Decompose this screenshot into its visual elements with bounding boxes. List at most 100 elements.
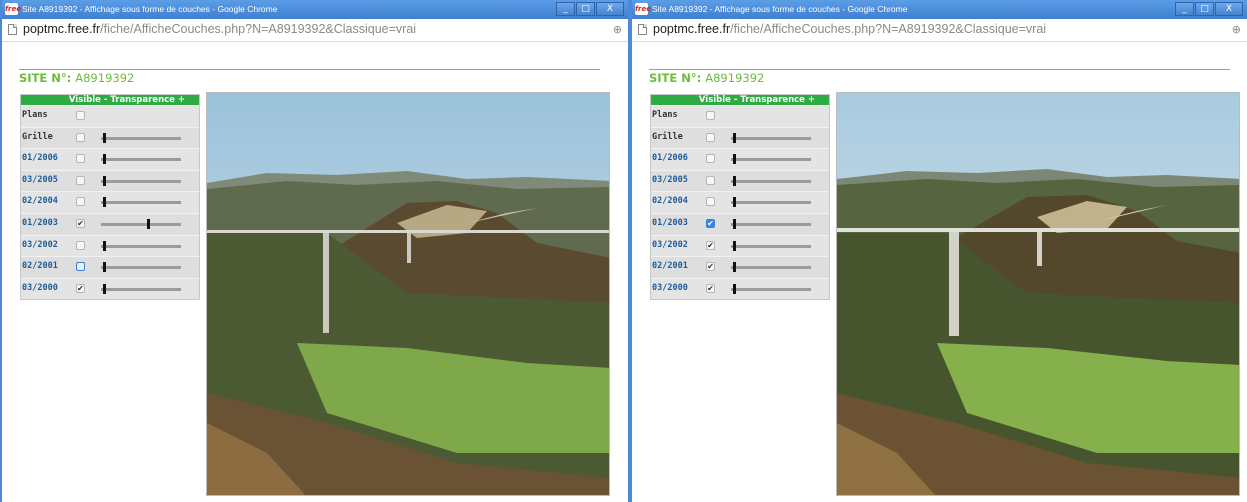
page-icon xyxy=(638,24,647,35)
free-logo-icon: free xyxy=(5,3,21,15)
layer-row: 01/2003 ✔ xyxy=(21,212,199,235)
layer-visible-checkbox[interactable] xyxy=(76,197,85,207)
transparency-slider[interactable] xyxy=(731,175,811,186)
browser-window-left: free Site A8919392 - Affichage sous form… xyxy=(0,0,630,502)
layer-row: 03/2002 ✔ xyxy=(651,234,829,257)
layer-visible-checkbox[interactable]: ✔ xyxy=(706,262,715,272)
photo-svg xyxy=(837,93,1239,495)
layer-row: 01/2006 xyxy=(21,148,199,170)
slider-handle[interactable] xyxy=(733,154,736,165)
layer-visible-checkbox[interactable] xyxy=(76,262,85,272)
layer-name: 03/2000 xyxy=(652,282,688,293)
slider-handle[interactable] xyxy=(103,154,106,165)
layer-row: 02/2001 xyxy=(21,256,199,278)
site-title: SITE N°: A8919392 xyxy=(649,71,765,85)
layer-name: 02/2004 xyxy=(22,196,58,207)
slider-handle[interactable] xyxy=(733,132,736,143)
slider-handle[interactable] xyxy=(733,218,736,229)
close-button[interactable]: X xyxy=(1215,2,1243,16)
transparency-slider[interactable] xyxy=(101,197,181,208)
layer-name: Plans xyxy=(22,110,48,120)
slider-handle[interactable] xyxy=(103,197,106,208)
transparency-slider[interactable] xyxy=(731,218,811,229)
site-photo xyxy=(206,92,610,496)
window-title: Site A8919392 - Affichage sous forme de … xyxy=(22,4,278,14)
layer-row: Plans xyxy=(21,105,199,127)
slider-handle[interactable] xyxy=(733,197,736,208)
slider-handle[interactable] xyxy=(103,175,106,186)
maximize-button[interactable]: □ xyxy=(576,2,595,16)
layer-visible-checkbox[interactable]: ✔ xyxy=(706,218,715,228)
transparency-slider[interactable] xyxy=(731,154,811,165)
layer-visible-checkbox[interactable] xyxy=(76,154,85,164)
transparency-slider[interactable] xyxy=(101,218,181,229)
layer-panel-header: Visible - Transparence + xyxy=(651,95,829,105)
url-text[interactable]: poptmc.free.fr/fiche/AfficheCouches.php?… xyxy=(653,22,1046,36)
layer-name: Plans xyxy=(652,110,678,120)
layer-visible-checkbox[interactable] xyxy=(76,240,85,250)
layer-row: Plans xyxy=(651,105,829,127)
layer-row: 03/2000 ✔ xyxy=(21,277,199,300)
layer-panel: Visible - Transparence + Plans Grille 01/2… xyxy=(650,94,830,301)
slider-handle[interactable] xyxy=(103,132,106,143)
layer-row: 03/2005 xyxy=(651,169,829,192)
layer-visible-checkbox[interactable]: ✔ xyxy=(76,218,85,228)
layer-visible-checkbox[interactable] xyxy=(76,111,85,120)
title-bar[interactable]: free Site A8919392 - Affichage sous form… xyxy=(2,0,628,19)
layer-visible-checkbox[interactable] xyxy=(706,197,715,207)
layer-visible-checkbox[interactable] xyxy=(706,111,715,120)
transparency-slider[interactable] xyxy=(101,283,181,294)
layer-visible-checkbox[interactable] xyxy=(76,175,85,185)
transparency-slider[interactable] xyxy=(731,132,811,143)
layer-name: Grille xyxy=(22,131,53,142)
layer-visible-checkbox[interactable] xyxy=(76,132,85,142)
slider-handle[interactable] xyxy=(733,283,736,294)
slider-handle[interactable] xyxy=(103,283,106,294)
layer-visible-checkbox[interactable]: ✔ xyxy=(76,283,85,293)
layer-name: 02/2001 xyxy=(652,261,688,272)
transparency-slider[interactable] xyxy=(101,154,181,165)
transparency-slider[interactable] xyxy=(731,283,811,294)
transparency-slider[interactable] xyxy=(101,240,181,251)
free-logo-icon: free xyxy=(635,3,651,15)
layer-name: 01/2003 xyxy=(22,217,58,228)
zoom-icon[interactable]: ⊕ xyxy=(1232,23,1241,36)
address-bar[interactable]: poptmc.free.fr/fiche/AfficheCouches.php?… xyxy=(632,19,1247,42)
layer-row: Grille xyxy=(651,126,829,149)
divider xyxy=(19,69,600,70)
layer-visible-checkbox[interactable]: ✔ xyxy=(706,283,715,293)
zoom-icon[interactable]: ⊕ xyxy=(613,23,622,36)
divider xyxy=(649,69,1230,70)
minimize-button[interactable]: _ xyxy=(1175,2,1194,16)
slider-handle[interactable] xyxy=(733,175,736,186)
slider-handle[interactable] xyxy=(103,240,106,251)
layer-visible-checkbox[interactable] xyxy=(706,175,715,185)
layer-name: Grille xyxy=(652,131,683,142)
transparency-slider[interactable] xyxy=(731,240,811,251)
transparency-slider[interactable] xyxy=(101,132,181,143)
transparency-slider[interactable] xyxy=(731,197,811,208)
layer-visible-checkbox[interactable]: ✔ xyxy=(706,240,715,250)
slider-handle[interactable] xyxy=(733,262,736,273)
browser-window-right: free Site A8919392 - Affichage sous form… xyxy=(630,0,1247,502)
page-icon xyxy=(8,24,17,35)
transparency-slider[interactable] xyxy=(101,175,181,186)
url-text[interactable]: poptmc.free.fr/fiche/AfficheCouches.php?… xyxy=(23,22,416,36)
layer-name: 03/2002 xyxy=(22,239,58,250)
layer-row: 01/2003 ✔ xyxy=(651,212,829,235)
minimize-button[interactable]: _ xyxy=(556,2,575,16)
slider-handle[interactable] xyxy=(733,240,736,251)
site-photo xyxy=(836,92,1240,496)
slider-handle[interactable] xyxy=(103,262,106,273)
layer-row: 03/2005 xyxy=(21,169,199,192)
slider-handle[interactable] xyxy=(147,218,150,229)
layer-visible-checkbox[interactable] xyxy=(706,132,715,142)
maximize-button[interactable]: □ xyxy=(1195,2,1214,16)
transparency-slider[interactable] xyxy=(101,262,181,273)
layer-visible-checkbox[interactable] xyxy=(706,154,715,164)
title-bar[interactable]: free Site A8919392 - Affichage sous form… xyxy=(632,0,1247,19)
address-bar[interactable]: poptmc.free.fr/fiche/AfficheCouches.php?… xyxy=(2,19,628,42)
close-button[interactable]: X xyxy=(596,2,624,16)
transparency-slider[interactable] xyxy=(731,262,811,273)
layer-name: 01/2003 xyxy=(652,217,688,228)
